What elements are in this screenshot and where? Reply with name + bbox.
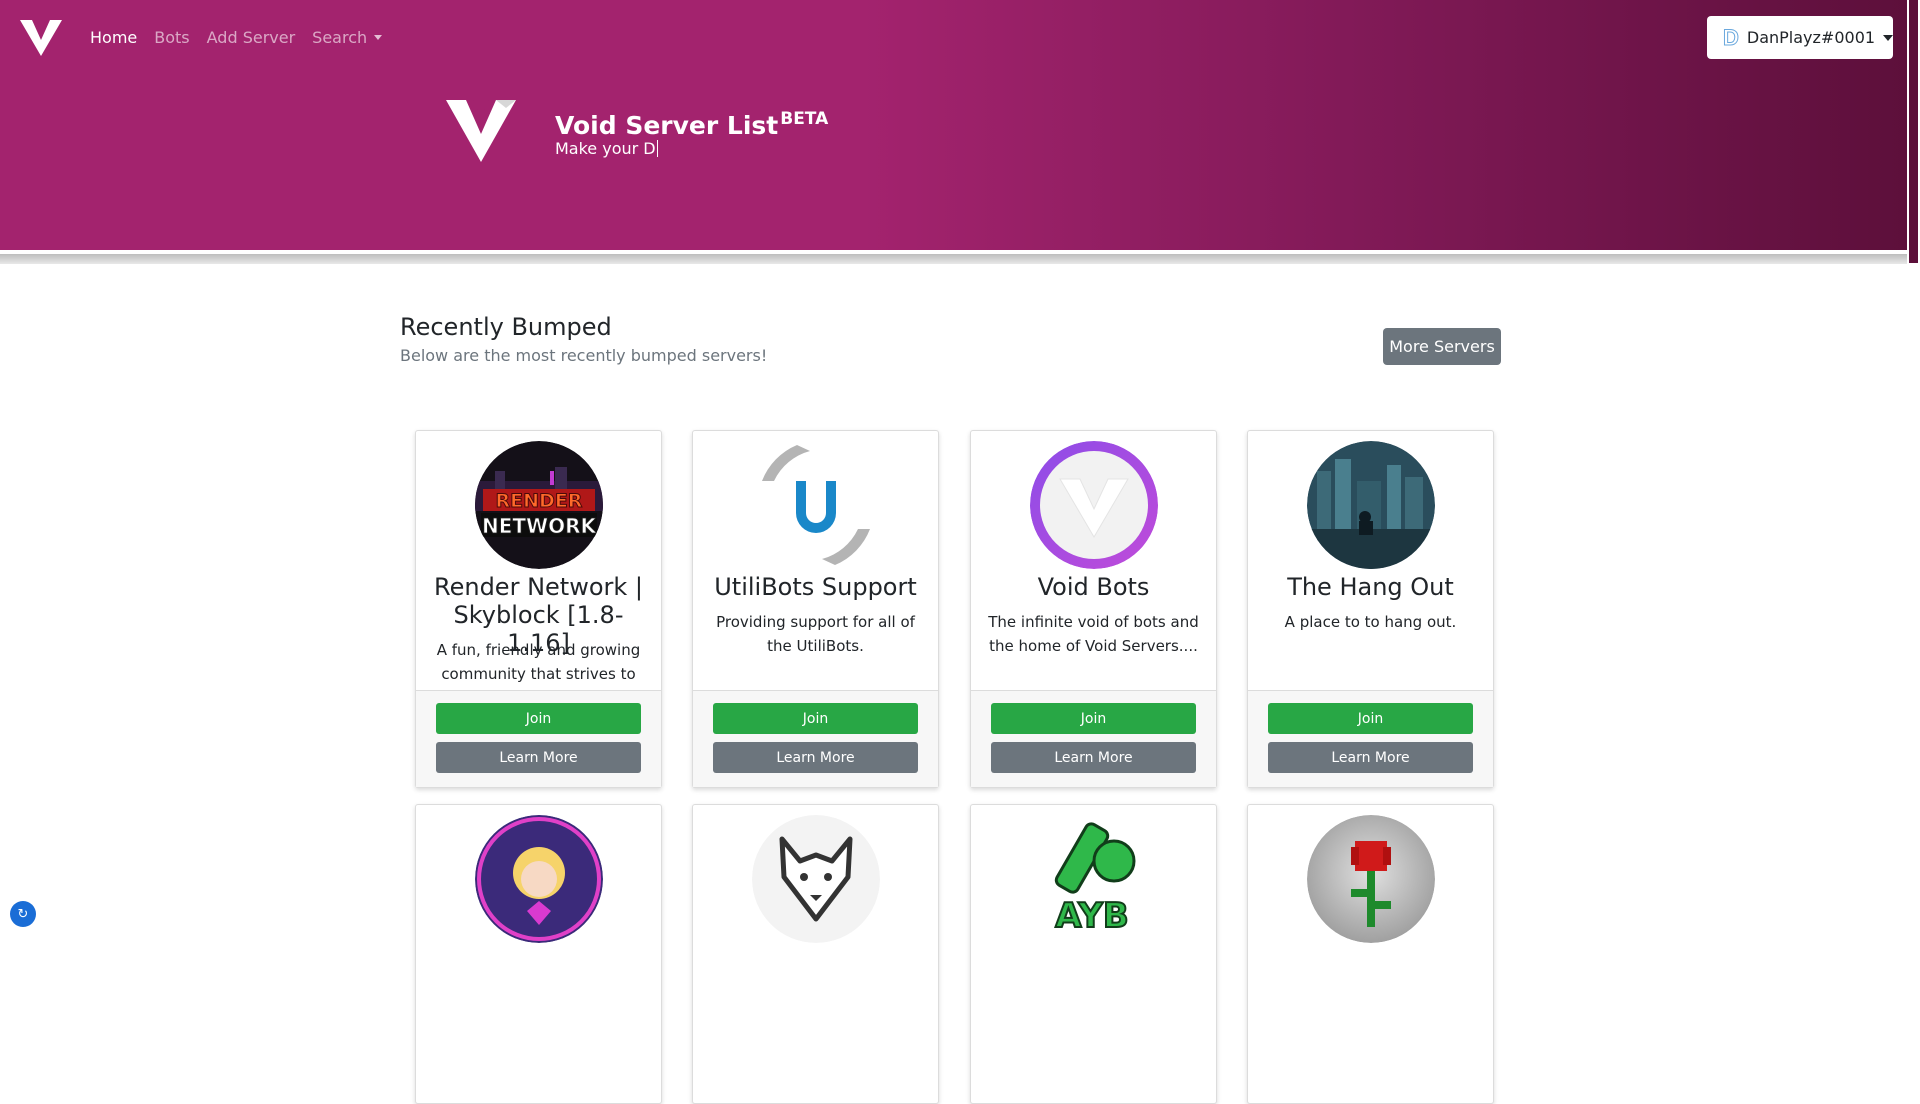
- wolf-logo-icon: [752, 815, 880, 943]
- chevron-down-icon: [374, 35, 383, 40]
- beta-badge: BETA: [780, 109, 829, 129]
- learn-more-button[interactable]: Learn More: [436, 742, 641, 773]
- learn-more-button[interactable]: Learn More: [1268, 742, 1473, 773]
- render-network-logo-icon: RENDER NETWORK: [475, 441, 603, 569]
- user-name: DanPlayz#0001: [1746, 28, 1876, 47]
- server-description: The infinite void of bots and the home o…: [988, 613, 1199, 655]
- card-footer: Join Learn More: [1248, 690, 1493, 787]
- page-title: Void Server List BETA: [555, 104, 828, 141]
- void-bots-logo-icon: [1030, 441, 1158, 569]
- join-button[interactable]: Join: [1268, 703, 1473, 734]
- server-card: [1247, 804, 1494, 1104]
- server-card: AYB: [970, 804, 1217, 1104]
- server-name[interactable]: The Hang Out: [1256, 573, 1485, 601]
- more-servers-button[interactable]: More Servers: [1383, 328, 1501, 365]
- void-logo-icon[interactable]: [20, 20, 62, 56]
- chevron-down-icon: [1883, 34, 1894, 41]
- void-hero-logo-icon: [446, 100, 516, 162]
- nav-search-label: Search: [312, 28, 368, 47]
- floating-widget-icon[interactable]: ↻: [10, 901, 36, 927]
- server-description: A place to to hang out.: [1284, 613, 1457, 631]
- main-nav: Home Bots Add Server Search: [90, 28, 399, 48]
- text-cursor: [656, 140, 658, 157]
- server-card: The Hang Out A place to to hang out. Joi…: [1247, 430, 1494, 788]
- site-name: Void Server List: [555, 111, 779, 140]
- nav-home[interactable]: Home: [90, 28, 137, 48]
- join-button[interactable]: Join: [436, 703, 641, 734]
- typed-subtitle: Make your D: [555, 139, 658, 159]
- city-night-art-icon: [1307, 441, 1435, 569]
- scrollbar-thumb[interactable]: [1909, 0, 1918, 263]
- user-avatar: D: [1723, 24, 1740, 50]
- svg-text:NETWORK: NETWORK: [482, 514, 598, 538]
- ayb-logo-text: AYB: [1055, 896, 1129, 936]
- server-card: [692, 804, 939, 1104]
- utilibots-logo-icon: [752, 441, 880, 569]
- server-name[interactable]: UtiliBots Support: [701, 573, 930, 601]
- section-title: Recently Bumped: [400, 313, 612, 341]
- nav-bots[interactable]: Bots: [154, 28, 189, 48]
- server-card: RENDER NETWORK Render Network | Skyblock…: [415, 430, 662, 788]
- server-card: [415, 804, 662, 1104]
- server-card: Void Bots The infinite void of bots and …: [970, 430, 1217, 788]
- server-card: UtiliBots Support Providing support for …: [692, 430, 939, 788]
- learn-more-button[interactable]: Learn More: [713, 742, 918, 773]
- ayb-logo-icon: AYB: [1030, 815, 1158, 943]
- svg-text:RENDER: RENDER: [496, 490, 583, 512]
- join-button[interactable]: Join: [991, 703, 1196, 734]
- hero-divider: [0, 250, 1920, 264]
- card-footer: Join Learn More: [416, 690, 661, 787]
- anime-girl-art-icon: [475, 815, 603, 943]
- learn-more-button[interactable]: Learn More: [991, 742, 1196, 773]
- section-subtitle: Below are the most recently bumped serve…: [400, 346, 768, 365]
- hero-header: Home Bots Add Server Search D DanPlayz#0…: [0, 0, 1920, 250]
- join-button[interactable]: Join: [713, 703, 918, 734]
- nav-search-dropdown[interactable]: Search: [312, 28, 383, 48]
- nav-add-server[interactable]: Add Server: [207, 28, 296, 48]
- typed-subtitle-text: Make your D: [555, 139, 656, 158]
- server-description: Providing support for all of the UtiliBo…: [716, 613, 915, 655]
- rose-pixel-art-icon: [1307, 815, 1435, 943]
- card-footer: Join Learn More: [971, 690, 1216, 787]
- server-name[interactable]: Void Bots: [979, 573, 1208, 601]
- user-menu-button[interactable]: D DanPlayz#0001: [1707, 16, 1894, 59]
- card-footer: Join Learn More: [693, 690, 938, 787]
